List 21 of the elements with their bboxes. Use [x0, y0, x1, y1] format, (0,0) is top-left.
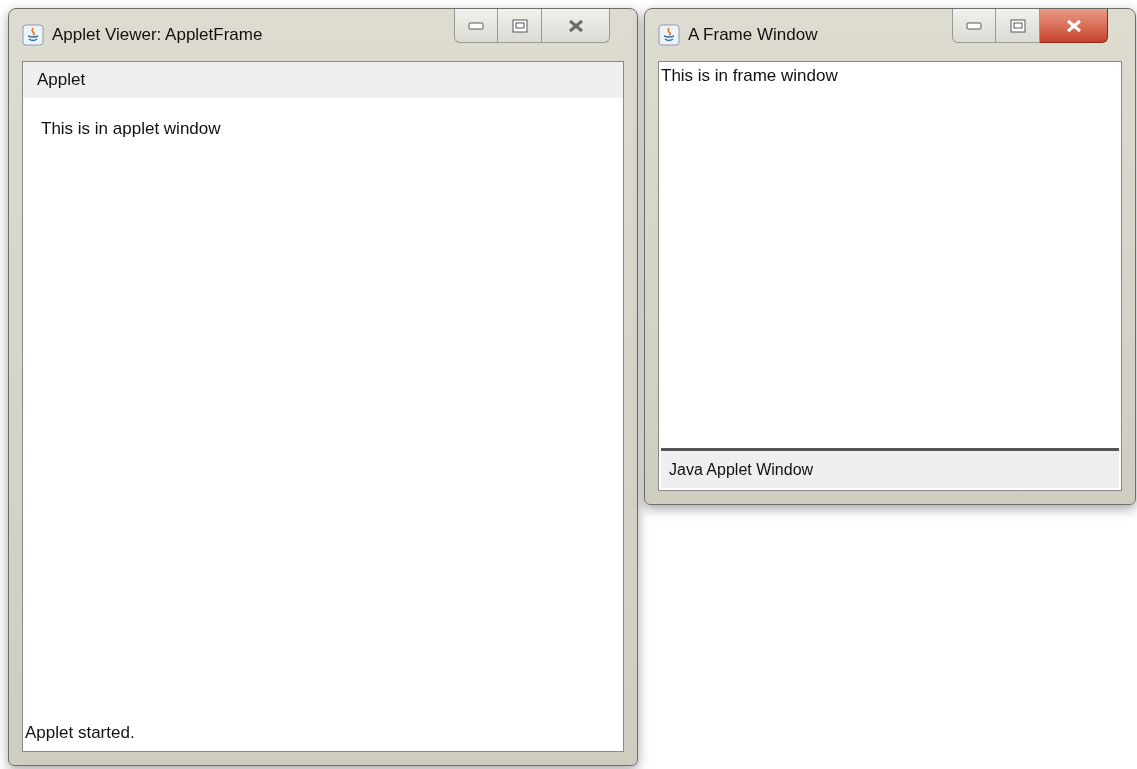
close-button[interactable]: [542, 9, 610, 43]
maximize-icon: [511, 18, 528, 33]
minimize-button[interactable]: [454, 9, 498, 43]
menu-item[interactable]: Applet: [37, 67, 86, 93]
window-title: A Frame Window: [688, 24, 818, 47]
minimize-button[interactable]: [952, 9, 996, 43]
minimize-icon: [966, 21, 982, 30]
status-bar: Java Applet Window: [661, 448, 1119, 488]
window-title: Applet Viewer: AppletFrame: [52, 24, 263, 47]
close-icon: [1065, 18, 1082, 33]
close-icon: [567, 18, 584, 33]
maximize-icon: [1009, 18, 1026, 33]
close-button[interactable]: [1040, 9, 1108, 43]
java-icon: [658, 24, 680, 46]
minimize-icon: [468, 21, 484, 30]
maximize-button[interactable]: [498, 9, 542, 43]
java-icon: [22, 24, 44, 46]
maximize-button[interactable]: [996, 9, 1040, 43]
content-text: This is in frame window: [661, 66, 838, 85]
content-text: This is in applet window: [41, 119, 221, 138]
status-text: Applet started.: [24, 722, 136, 745]
